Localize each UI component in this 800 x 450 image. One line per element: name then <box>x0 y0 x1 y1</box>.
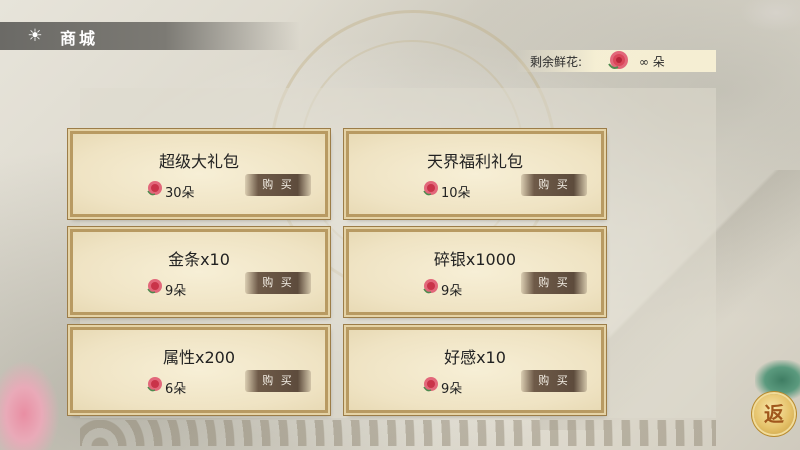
buy-button[interactable]: 购 买 <box>521 174 587 196</box>
shop-item-card: 好感x10 9朵 购 买 <box>346 327 604 413</box>
item-price: 6朵 <box>165 382 187 397</box>
shop-item-card: 金条x10 9朵 购 买 <box>70 229 328 315</box>
item-name: 天界福利礼包 <box>426 152 523 171</box>
buy-button[interactable]: 购 买 <box>521 370 587 392</box>
shop-item-card: 属性x200 6朵 购 买 <box>70 327 328 413</box>
item-name: 属性x200 <box>162 348 235 367</box>
blossom-decoration <box>740 0 800 32</box>
buy-button[interactable]: 购 买 <box>245 370 311 392</box>
buy-button[interactable]: 购 买 <box>245 174 311 196</box>
flower-icon <box>422 277 440 299</box>
item-price: 9朵 <box>441 284 463 299</box>
item-name: 超级大礼包 <box>158 152 239 171</box>
item-price: 10朵 <box>441 186 471 201</box>
flower-icon <box>422 179 440 201</box>
cloud-border-decoration <box>80 420 716 446</box>
item-price: 30朵 <box>165 186 195 201</box>
back-button[interactable]: 返 <box>754 394 794 434</box>
item-name: 金条x10 <box>168 250 230 269</box>
flower-icon <box>146 277 164 299</box>
flower-counter: 剩余鲜花: ∞ 朵 <box>516 50 716 72</box>
flower-icon <box>606 48 632 76</box>
shop-header: ☀ 商城 <box>0 22 300 50</box>
sun-icon: ☀ <box>27 26 43 46</box>
flower-icon <box>422 375 440 397</box>
flower-counter-label: 剩余鲜花: <box>530 55 583 69</box>
shop-item-card: 碎银x1000 9朵 购 买 <box>346 229 604 315</box>
item-name: 好感x10 <box>444 348 506 367</box>
item-price: 9朵 <box>441 382 463 397</box>
item-name: 碎银x1000 <box>433 250 517 269</box>
shop-item-card: 超级大礼包 30朵 购 买 <box>70 131 328 217</box>
flower-icon <box>146 375 164 397</box>
buy-button[interactable]: 购 买 <box>245 272 311 294</box>
flower-icon <box>146 179 164 201</box>
page-title: 商城 <box>60 29 99 48</box>
flower-counter-value: ∞ 朵 <box>639 55 665 69</box>
shop-item-card: 天界福利礼包 10朵 购 买 <box>346 131 604 217</box>
lotus-decoration <box>0 360 60 450</box>
buy-button[interactable]: 购 买 <box>521 272 587 294</box>
item-price: 9朵 <box>165 284 187 299</box>
